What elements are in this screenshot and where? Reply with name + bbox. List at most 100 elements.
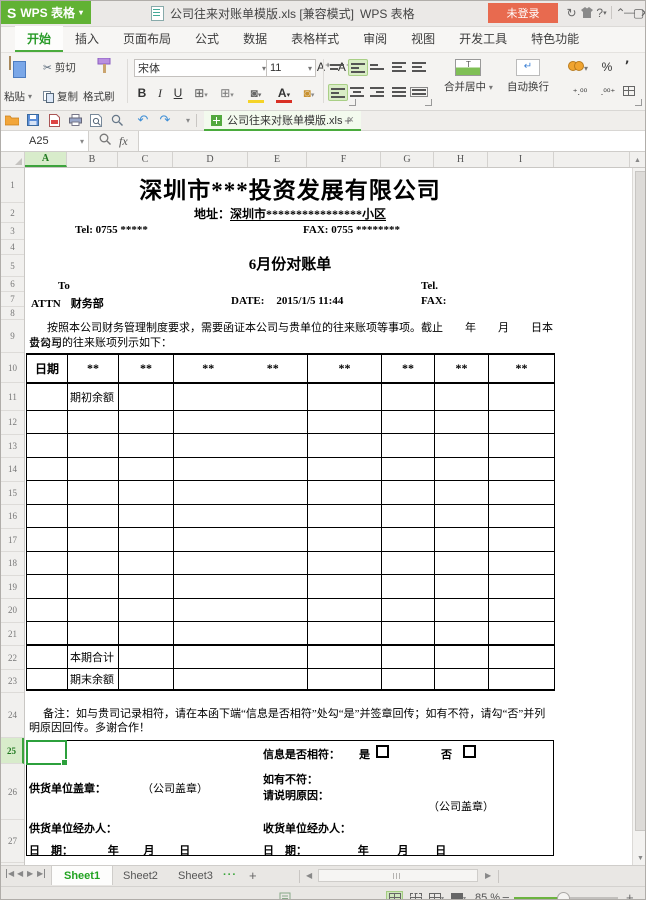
- row-header-7[interactable]: 7: [1, 292, 24, 307]
- table-cell[interactable]: [307, 456, 382, 481]
- table-cell[interactable]: [67, 574, 119, 599]
- table-cell[interactable]: [67, 597, 119, 622]
- status-icon[interactable]: [279, 892, 291, 899]
- fax-label[interactable]: FAX:: [421, 295, 446, 307]
- export-pdf-icon[interactable]: [45, 112, 63, 128]
- statement-title[interactable]: 6月份对账单: [25, 253, 555, 274]
- table-cell[interactable]: [67, 433, 119, 458]
- row-header-22[interactable]: 22: [1, 646, 24, 670]
- row-header-2[interactable]: 2: [1, 203, 24, 223]
- decrease-indent-button[interactable]: [390, 59, 408, 74]
- table-cell[interactable]: [381, 409, 435, 434]
- font-dialog-launcher[interactable]: [349, 99, 356, 106]
- row-header-11[interactable]: 11: [1, 383, 24, 411]
- cell-style-button[interactable]: [623, 86, 635, 99]
- notice-paragraph-line2[interactable]: 贵公司的往来账项列示如下：: [29, 334, 172, 350]
- table-cell[interactable]: [381, 597, 435, 622]
- justify-button[interactable]: [390, 84, 408, 99]
- align-top-button[interactable]: [328, 59, 346, 74]
- ribbon-tab-10[interactable]: 特色功能: [519, 26, 591, 52]
- font-size-select[interactable]: 11 ▾: [266, 59, 316, 77]
- company-seal-hint2[interactable]: （公司盖章）: [428, 798, 494, 814]
- column-header-F[interactable]: F: [307, 152, 381, 167]
- align-center-button[interactable]: [348, 84, 366, 99]
- row-header-13[interactable]: 13: [1, 435, 24, 458]
- table-cell[interactable]: [434, 503, 489, 528]
- table-cell[interactable]: [26, 456, 68, 481]
- last-sheet-button[interactable]: ▶: [37, 869, 46, 878]
- table-cell[interactable]: [434, 382, 489, 411]
- table-cell[interactable]: [307, 667, 382, 691]
- table-cell[interactable]: [173, 456, 308, 481]
- borders-button[interactable]: ⊞▾: [193, 86, 209, 100]
- print-icon[interactable]: [66, 112, 84, 128]
- selected-cell-a25[interactable]: [26, 740, 68, 766]
- table-cell[interactable]: [26, 503, 68, 528]
- table-cell[interactable]: [26, 480, 68, 505]
- table-cell[interactable]: [67, 409, 119, 434]
- ribbon-tab-1[interactable]: 开始: [15, 26, 64, 52]
- print-preview-icon[interactable]: [87, 112, 105, 128]
- increase-indent-button[interactable]: [410, 59, 428, 74]
- table-cell[interactable]: [118, 456, 174, 481]
- table-cell[interactable]: [118, 382, 174, 411]
- row-header-20[interactable]: 20: [1, 599, 24, 623]
- table-cell[interactable]: [26, 644, 68, 669]
- underline-button[interactable]: U: [170, 86, 186, 100]
- table-cell[interactable]: [381, 574, 435, 599]
- view-normal-icon[interactable]: [386, 891, 403, 899]
- table-cell[interactable]: [488, 527, 555, 552]
- zoom-in-button[interactable]: +: [626, 890, 634, 899]
- select-all-corner[interactable]: [1, 152, 25, 167]
- table-cell[interactable]: [173, 527, 308, 552]
- table-cell[interactable]: [173, 597, 308, 622]
- zoom-out-button[interactable]: −: [502, 890, 510, 899]
- table-cell[interactable]: [118, 409, 174, 434]
- receiver-agent-label[interactable]: 收货单位经办人：: [263, 820, 351, 836]
- login-button[interactable]: 未登录: [488, 3, 558, 23]
- match-question-label[interactable]: 信息是否相符：: [263, 746, 340, 762]
- attn-line[interactable]: ATTN 财务部: [31, 295, 104, 311]
- first-sheet-button[interactable]: ◀: [6, 869, 14, 878]
- table-cell[interactable]: **: [381, 353, 435, 384]
- ribbon-tab-3[interactable]: 页面布局: [111, 26, 183, 52]
- view-reading-icon[interactable]: ▾: [450, 891, 467, 899]
- zoom-slider[interactable]: [514, 892, 618, 899]
- align-middle-button[interactable]: [348, 59, 368, 76]
- cut-button[interactable]: ✂ 剪切: [43, 60, 76, 75]
- table-cell[interactable]: [26, 382, 68, 411]
- table-cell[interactable]: [434, 433, 489, 458]
- table-cell[interactable]: [67, 503, 119, 528]
- no-checkbox[interactable]: [463, 745, 476, 758]
- table-cell[interactable]: [67, 621, 119, 646]
- fill-color-button[interactable]: ◙▾: [248, 86, 264, 103]
- table-cell[interactable]: [488, 550, 555, 575]
- table-cell[interactable]: [118, 433, 174, 458]
- table-cell[interactable]: [307, 503, 382, 528]
- table-cell[interactable]: [307, 527, 382, 552]
- table-cell[interactable]: [434, 644, 489, 669]
- italic-button[interactable]: I: [152, 86, 168, 101]
- row-header-25[interactable]: 25: [1, 738, 24, 764]
- bold-button[interactable]: B: [134, 86, 150, 100]
- row-header-21[interactable]: 21: [1, 623, 24, 646]
- row-header-12[interactable]: 12: [1, 411, 24, 435]
- table-cell[interactable]: [488, 574, 555, 599]
- row-header-17[interactable]: 17: [1, 529, 24, 552]
- number-format-button[interactable]: ▾: [568, 61, 588, 74]
- row-header-8[interactable]: 8: [1, 307, 24, 320]
- table-cell[interactable]: [488, 597, 555, 622]
- table-cell[interactable]: **: [118, 353, 174, 384]
- table-cell[interactable]: [173, 621, 308, 646]
- company-seal-hint[interactable]: （公司盖章）: [142, 780, 208, 796]
- row-header-24[interactable]: 24: [1, 693, 24, 738]
- table-cell[interactable]: [488, 409, 555, 434]
- font-name-select[interactable]: 宋体 ▾: [134, 59, 270, 77]
- help-icon[interactable]: ? ▾: [594, 4, 609, 21]
- table-cell[interactable]: **: [434, 353, 489, 384]
- document-tab[interactable]: 公司往来对账单模版.xls ×: [204, 111, 361, 131]
- ribbon-tab-4[interactable]: 公式: [183, 26, 231, 52]
- table-cell[interactable]: [307, 621, 382, 646]
- ribbon-tab-2[interactable]: 插入: [63, 26, 111, 52]
- table-cell[interactable]: [434, 456, 489, 481]
